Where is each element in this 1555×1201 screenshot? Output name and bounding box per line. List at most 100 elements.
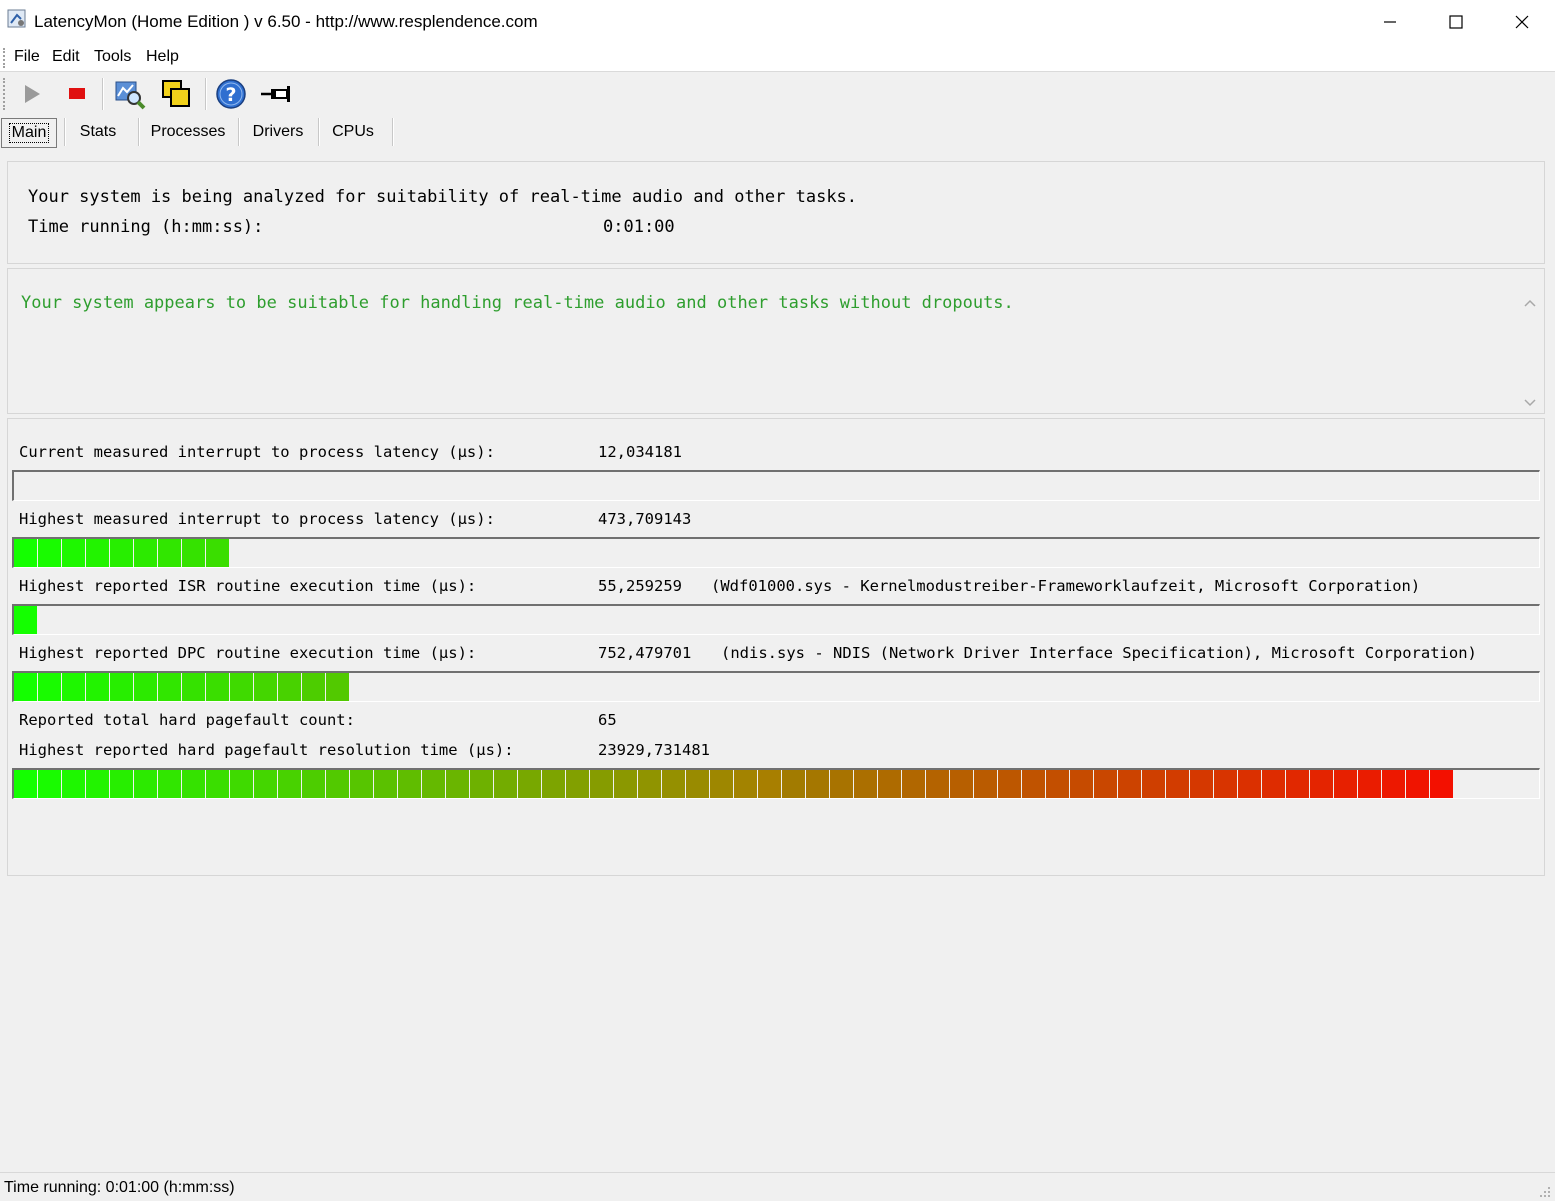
level-bar-segment bbox=[206, 770, 230, 798]
level-bar-segment bbox=[254, 770, 278, 798]
level-bar-segment bbox=[662, 770, 686, 798]
level-bar-segment bbox=[86, 539, 110, 567]
toolbar-separator bbox=[102, 78, 104, 110]
level-bar-segment bbox=[182, 673, 206, 701]
level-bar-segment bbox=[14, 770, 38, 798]
highest-latency-label: Highest measured interrupt to process la… bbox=[19, 510, 495, 528]
level-bar-segment bbox=[1286, 770, 1310, 798]
pagefault-time-bar bbox=[12, 768, 1540, 799]
level-bar-segment bbox=[614, 770, 638, 798]
windows-icon bbox=[162, 80, 190, 107]
menu-bar: File Edit Tools Help bbox=[0, 44, 1555, 72]
level-bar-segment bbox=[350, 770, 374, 798]
tab-separator bbox=[238, 118, 240, 146]
level-bar-segment bbox=[86, 770, 110, 798]
level-bar-segment bbox=[86, 673, 110, 701]
tab-processes[interactable]: Processes bbox=[142, 118, 234, 146]
level-bar-segment bbox=[1094, 770, 1118, 798]
level-bar-segment bbox=[206, 539, 230, 567]
level-bar-segment bbox=[134, 539, 158, 567]
tab-strip: Main Stats Processes Drivers CPUs bbox=[0, 116, 1555, 148]
dpc-label: Highest reported DPC routine execution t… bbox=[19, 644, 477, 662]
level-bar-segment bbox=[686, 770, 710, 798]
level-bar-segment bbox=[38, 770, 62, 798]
level-bar-segment bbox=[1166, 770, 1190, 798]
level-bar-segment bbox=[326, 770, 350, 798]
help-button[interactable]: ? bbox=[214, 77, 248, 111]
pin-button[interactable] bbox=[259, 77, 293, 111]
pagefault-time-value: 23929,731481 bbox=[598, 741, 710, 759]
stop-icon bbox=[69, 88, 85, 99]
level-bar-segment bbox=[1238, 770, 1262, 798]
highest-latency-bar bbox=[12, 537, 1540, 568]
close-button[interactable] bbox=[1489, 0, 1555, 44]
level-bar-segment bbox=[758, 770, 782, 798]
scroll-up-icon[interactable] bbox=[1523, 297, 1537, 311]
menu-tools[interactable]: Tools bbox=[94, 48, 131, 66]
metrics-panel: Current measured interrupt to process la… bbox=[7, 418, 1545, 876]
level-bar-segment bbox=[830, 770, 854, 798]
verdict-scrollbar[interactable] bbox=[1517, 269, 1544, 413]
pagefault-time-label: Highest reported hard pagefault resoluti… bbox=[19, 741, 514, 759]
level-bar-segment bbox=[182, 539, 206, 567]
tab-separator bbox=[318, 118, 320, 146]
level-bar-segment bbox=[998, 770, 1022, 798]
tab-cpus[interactable]: CPUs bbox=[322, 118, 384, 146]
menu-help[interactable]: Help bbox=[146, 48, 179, 66]
level-bar-segment bbox=[1406, 770, 1430, 798]
level-bar-segment bbox=[1214, 770, 1238, 798]
level-bar-segment bbox=[446, 770, 470, 798]
status-text: Time running: 0:01:00 (h:mm:ss) bbox=[4, 1179, 235, 1196]
magnifier-icon bbox=[115, 81, 146, 110]
current-latency-label: Current measured interrupt to process la… bbox=[19, 443, 495, 461]
scroll-down-icon[interactable] bbox=[1523, 395, 1537, 409]
level-bar-segment bbox=[1334, 770, 1358, 798]
current-latency-value: 12,034181 bbox=[598, 443, 682, 461]
summary-panel: Your system is being analyzed for suitab… bbox=[7, 161, 1545, 264]
level-bar-segment bbox=[62, 673, 86, 701]
isr-value: 55,259259 bbox=[598, 577, 682, 595]
tab-stats[interactable]: Stats bbox=[66, 118, 130, 146]
level-bar-segment bbox=[254, 673, 278, 701]
play-icon bbox=[25, 85, 40, 103]
tab-separator bbox=[138, 118, 140, 146]
maximize-icon bbox=[1449, 15, 1463, 29]
level-bar-segment bbox=[1022, 770, 1046, 798]
level-bar-segment bbox=[1070, 770, 1094, 798]
isr-detail: (Wdf01000.sys - Kernelmodustreiber-Frame… bbox=[711, 577, 1421, 595]
level-bar-segment bbox=[1142, 770, 1166, 798]
maximize-button[interactable] bbox=[1423, 0, 1489, 44]
level-bar-segment bbox=[854, 770, 878, 798]
level-bar-segment bbox=[422, 770, 446, 798]
close-icon bbox=[1515, 15, 1529, 29]
menu-file[interactable]: File bbox=[14, 48, 40, 66]
app-icon bbox=[7, 9, 26, 28]
level-bar-segment bbox=[926, 770, 950, 798]
level-bar-segment bbox=[782, 770, 806, 798]
level-bar-segment bbox=[182, 770, 206, 798]
level-bar-segment bbox=[1190, 770, 1214, 798]
start-button[interactable] bbox=[15, 77, 49, 111]
title-bar: LatencyMon (Home Edition ) v 6.50 - http… bbox=[0, 0, 1555, 44]
tab-drivers[interactable]: Drivers bbox=[242, 118, 314, 146]
status-bar: Time running: 0:01:00 (h:mm:ss) bbox=[0, 1172, 1555, 1201]
windows-button[interactable] bbox=[160, 77, 194, 111]
level-bar-segment bbox=[470, 770, 494, 798]
level-bar-segment bbox=[1310, 770, 1334, 798]
menu-edit[interactable]: Edit bbox=[52, 48, 80, 66]
level-bar-segment bbox=[302, 770, 326, 798]
level-bar-segment bbox=[158, 539, 182, 567]
current-latency-bar bbox=[12, 470, 1540, 501]
level-bar-segment bbox=[206, 673, 230, 701]
stop-button[interactable] bbox=[60, 77, 94, 111]
resize-grip-icon[interactable] bbox=[1539, 1186, 1551, 1198]
level-bar-segment bbox=[902, 770, 926, 798]
tab-main[interactable]: Main bbox=[1, 118, 57, 148]
tab-main-label: Main bbox=[8, 123, 50, 143]
minimize-button[interactable] bbox=[1357, 0, 1423, 44]
isr-bar bbox=[12, 604, 1540, 635]
analysis-message: Your system is being analyzed for suitab… bbox=[28, 187, 858, 207]
analyze-button[interactable] bbox=[113, 77, 147, 111]
level-bar-segment bbox=[566, 770, 590, 798]
verdict-panel: Your system appears to be suitable for h… bbox=[7, 268, 1545, 414]
